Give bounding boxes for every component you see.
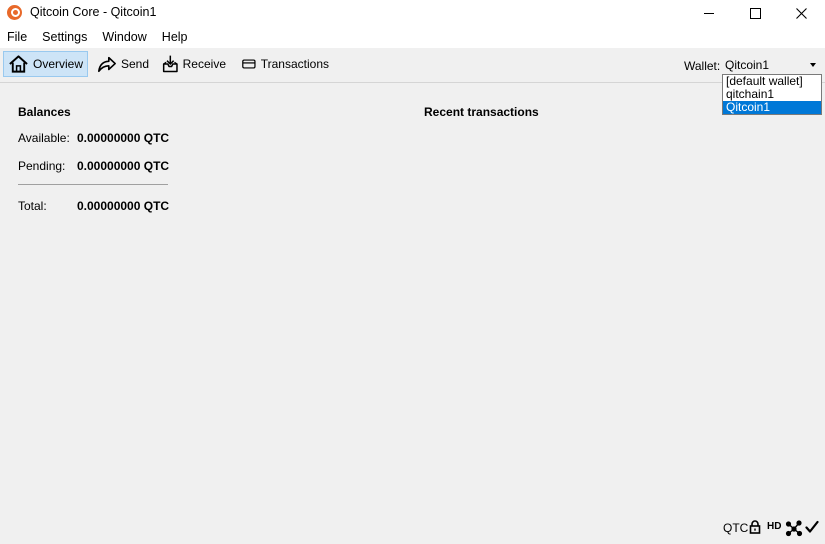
wallet-option[interactable]: Qitcoin1 — [723, 101, 821, 114]
network-icon — [785, 520, 803, 537]
hd-icon: HD — [767, 521, 782, 532]
title-bar: Qitcoin Core - Qitcoin1 — [0, 0, 825, 26]
maximize-button[interactable] — [732, 0, 778, 26]
overview-tab[interactable]: Overview — [3, 51, 88, 77]
menu-settings[interactable]: Settings — [35, 26, 95, 48]
wallet-label: Wallet: — [684, 59, 721, 73]
minimize-button[interactable] — [686, 0, 732, 26]
transactions-tab[interactable]: Transactions — [237, 51, 333, 77]
receive-label: Receive — [182, 57, 226, 71]
balance-divider — [18, 184, 168, 185]
total-value: 0.00000000 QTC — [77, 199, 170, 213]
menu-help[interactable]: Help — [155, 26, 196, 48]
minimize-icon — [704, 12, 714, 14]
lock-icon — [749, 520, 761, 534]
receive-tab[interactable]: Receive — [158, 51, 230, 77]
balances-title: Balances — [18, 105, 71, 119]
overview-label: Overview — [32, 57, 83, 71]
synced-check-icon — [805, 520, 819, 533]
menu-bar: File Settings Window Help — [0, 26, 825, 48]
available-label: Available: — [18, 131, 70, 145]
available-value: 0.00000000 QTC — [77, 131, 170, 145]
home-icon — [9, 55, 28, 73]
window-title: Qitcoin Core - Qitcoin1 — [30, 5, 157, 19]
wallet-selector[interactable]: Qitcoin1 — [722, 56, 820, 74]
close-button[interactable] — [778, 0, 824, 26]
total-label: Total: — [18, 199, 47, 213]
card-icon — [242, 59, 256, 69]
send-label: Send — [120, 57, 149, 71]
main-window: Qitcoin Core - Qitcoin1 File Settings Wi… — [0, 0, 825, 544]
status-bar: QTC HD — [0, 514, 825, 544]
receive-inbox-icon — [162, 55, 178, 73]
recent-transactions-title: Recent transactions — [424, 105, 539, 119]
wallet-dropdown-list: [default wallet] qitchain1 Qitcoin1 — [722, 74, 822, 115]
wallet-selected-value: Qitcoin1 — [725, 58, 770, 72]
menu-window[interactable]: Window — [95, 26, 154, 48]
qitcoin-logo-icon — [7, 5, 22, 20]
unit-selector[interactable]: QTC — [723, 521, 748, 535]
send-arrow-icon — [97, 56, 116, 73]
maximize-icon — [749, 7, 761, 19]
transactions-label: Transactions — [260, 57, 329, 71]
dropdown-arrow-icon — [810, 63, 816, 67]
pending-value: 0.00000000 QTC — [77, 159, 170, 173]
pending-label: Pending: — [18, 159, 66, 173]
close-icon — [795, 7, 807, 19]
send-tab[interactable]: Send — [93, 51, 153, 77]
toolbar: Overview Send Receive Transactions Walle… — [0, 48, 825, 83]
menu-file[interactable]: File — [0, 26, 35, 48]
